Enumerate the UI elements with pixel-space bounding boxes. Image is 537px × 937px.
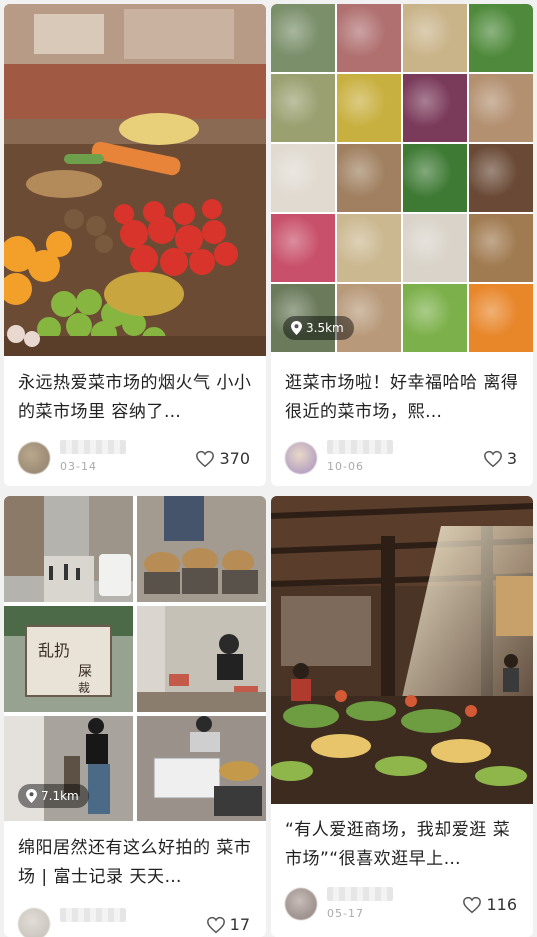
market-produce-photo — [4, 4, 266, 356]
produce-photo-tile — [337, 4, 401, 72]
produce-photo-tile — [403, 284, 467, 352]
note-card-4[interactable]: “有人爱逛商场，我却爱逛 菜市场”“很喜欢逛早上… 05-17 116 — [271, 496, 533, 937]
market-hall-photo — [271, 496, 533, 804]
produce-photo-tile — [271, 74, 335, 142]
note-title[interactable]: 永远热爱菜市场的烟火气 小小的菜市场里 容纳了… — [18, 369, 254, 427]
heart-outline-icon[interactable] — [206, 916, 226, 934]
location-tag[interactable]: 3.5km — [283, 316, 354, 340]
note-card-3[interactable]: 乱扔 屎 裁 7.1km 绵阳居然还有这么好拍的 菜市场 | 富士记录 天天… … — [4, 496, 266, 937]
distance-text: 3.5km — [306, 321, 344, 335]
produce-photo-tile — [337, 144, 401, 212]
produce-photo-tile — [337, 74, 401, 142]
like-count-value: 370 — [219, 449, 250, 468]
sign-text: 乱扔 — [38, 641, 70, 660]
author-avatar[interactable] — [285, 888, 317, 920]
like-count[interactable]: 116 — [462, 895, 517, 914]
like-count[interactable]: 17 — [206, 915, 250, 934]
heart-outline-icon[interactable] — [483, 450, 503, 468]
author-avatar[interactable] — [285, 442, 317, 474]
author-name-redacted[interactable] — [327, 440, 393, 454]
sign-text: 屎 — [78, 664, 92, 680]
produce-photo-tile — [469, 214, 533, 282]
produce-photo-tile — [469, 144, 533, 212]
author-avatar[interactable] — [18, 908, 50, 937]
market-street-collage: 乱扔 屎 裁 — [4, 496, 266, 821]
note-cover-image[interactable] — [4, 4, 266, 356]
produce-photo-tile — [271, 144, 335, 212]
produce-photo-tile — [469, 4, 533, 72]
note-cover-image[interactable]: 3.5km — [271, 4, 533, 356]
post-date: 03-14 — [60, 460, 97, 473]
like-count-value: 17 — [229, 915, 250, 934]
note-card-2[interactable]: 3.5km 逛菜市场啦！好幸福哈哈 离得很近的菜市场，熙… 10-06 3 — [271, 4, 533, 486]
location-pin-icon — [291, 321, 302, 335]
distance-text: 7.1km — [41, 789, 79, 803]
note-title[interactable]: “有人爱逛商场，我却爱逛 菜市场”“很喜欢逛早上… — [285, 816, 521, 874]
author-name-redacted[interactable] — [60, 440, 126, 454]
sign-text: 裁 — [78, 681, 90, 695]
heart-outline-icon[interactable] — [195, 450, 215, 468]
note-title[interactable]: 绵阳居然还有这么好拍的 菜市场 | 富士记录 天天… — [18, 834, 254, 892]
produce-photo-tile — [403, 4, 467, 72]
note-cover-image[interactable] — [271, 496, 533, 804]
like-count[interactable]: 3 — [483, 449, 517, 468]
note-card-1[interactable]: 永远热爱菜市场的烟火气 小小的菜市场里 容纳了… 03-14 370 — [4, 4, 266, 486]
produce-photo-tile — [469, 74, 533, 142]
like-count-value: 3 — [506, 449, 517, 468]
author-name-redacted[interactable] — [327, 887, 393, 901]
author-avatar[interactable] — [18, 442, 50, 474]
location-tag[interactable]: 7.1km — [18, 784, 89, 808]
like-count[interactable]: 370 — [195, 449, 250, 468]
produce-photo-tile — [403, 214, 467, 282]
produce-photo-tile — [271, 214, 335, 282]
heart-outline-icon[interactable] — [462, 896, 482, 914]
author-name-redacted[interactable] — [60, 908, 126, 922]
note-cover-image[interactable]: 乱扔 屎 裁 7.1km — [4, 496, 266, 821]
produce-photo-tile — [403, 74, 467, 142]
post-date: 10-06 — [327, 460, 364, 473]
post-date: 05-17 — [327, 907, 364, 920]
like-count-value: 116 — [486, 895, 517, 914]
produce-photo-tile — [337, 214, 401, 282]
produce-photo-tile — [271, 4, 335, 72]
location-pin-icon — [26, 789, 37, 803]
produce-photo-tile — [403, 144, 467, 212]
note-title[interactable]: 逛菜市场啦！好幸福哈哈 离得很近的菜市场，熙… — [285, 369, 521, 427]
produce-photo-tile — [469, 284, 533, 352]
